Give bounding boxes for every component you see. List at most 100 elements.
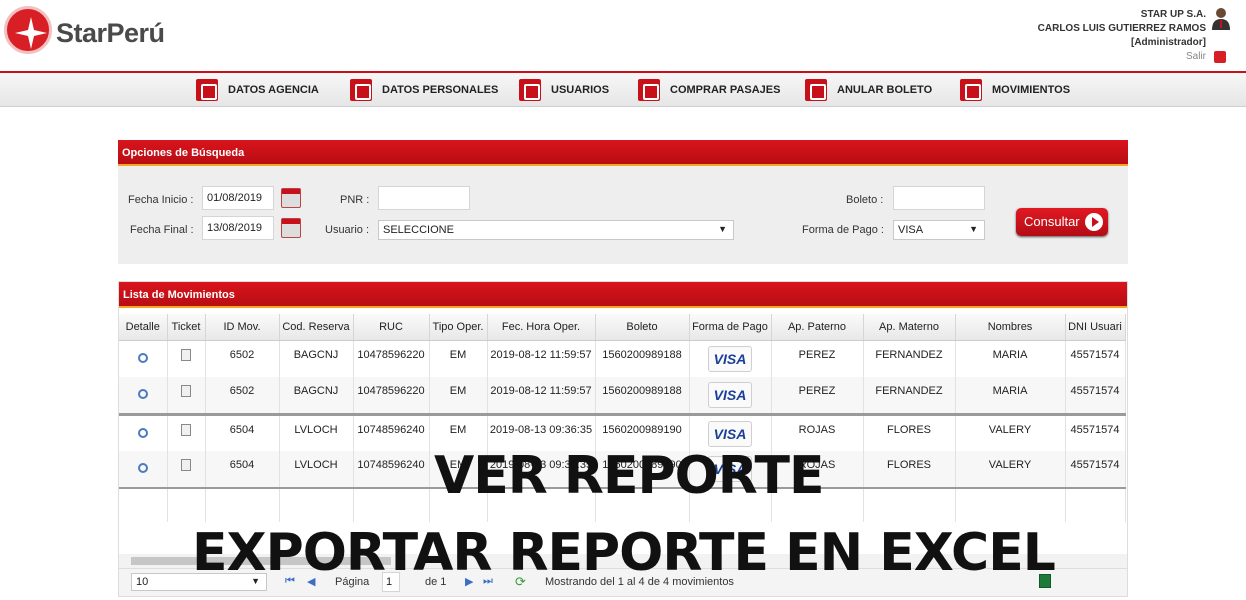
cell-dni: 45571574 [1065,377,1126,414]
visa-icon: VISA [708,345,752,372]
brand-name: StarPerú [56,18,165,48]
document-icon[interactable] [181,423,191,436]
cell-ruc: 10478596220 [353,340,430,377]
magnifier-icon[interactable] [137,463,148,473]
usuario-select[interactable]: SELECCIONE ▼ [378,220,734,240]
cell-materno: FLORES [863,451,956,488]
pnr-input[interactable] [378,186,470,210]
agency-icon [196,79,218,101]
table-header-row: Detalle Ticket ID Mov. Cod. Reserva RUC … [119,314,1126,341]
nav-usuarios[interactable]: USUARIOS [519,78,609,102]
cell-nombres: VALERY [955,451,1066,488]
cell-reserva: LVLOCH [279,451,354,488]
cell-dni: 45571574 [1065,340,1126,377]
document-icon[interactable] [181,459,191,471]
cell-id: 6504 [205,412,280,451]
app-header: StarPerú STAR UP S.A. CARLOS LUIS GUTIER… [0,0,1246,72]
col-ticket[interactable]: Ticket [167,314,206,341]
calendar-icon[interactable] [281,218,301,238]
cell-id: 6504 [205,451,280,488]
col-fec-hora[interactable]: Fec. Hora Oper. [487,314,596,341]
overlay-caption-exportar: EXPORTAR REPORTE EN EXCEL [192,523,1056,583]
cell-id: 6502 [205,340,280,377]
cell-tipo: EM [429,340,488,377]
boleto-label: Boleto : [846,194,884,206]
logout-link[interactable]: Salir [1038,50,1206,64]
user-info: STAR UP S.A. CARLOS LUIS GUTIERREZ RAMOS… [1038,8,1206,64]
cell-nombres: MARIA [955,340,1066,377]
starperu-logo[interactable] [4,6,52,54]
main-nav: DATOS AGENCIA DATOS PERSONALES USUARIOS … [0,73,1246,107]
nav-datos-agencia[interactable]: DATOS AGENCIA [196,78,319,102]
col-dni[interactable]: DNI Usuari [1065,314,1126,341]
cart-icon [638,79,660,101]
cell-boleto: 1560200989188 [595,340,690,377]
pnr-label: PNR : [340,194,370,206]
nav-comprar-pasajes[interactable]: COMPRAR PASAJES [638,78,780,102]
cell-nombres: VALERY [955,412,1066,451]
col-cod-reserva[interactable]: Cod. Reserva [279,314,354,341]
visa-icon: VISA [708,420,752,447]
personal-data-icon [350,79,372,101]
cell-materno: FERNANDEZ [863,340,956,377]
cell-fecha: 2019-08-12 11:59:57 [487,340,596,377]
consultar-button[interactable]: Consultar [1016,208,1108,236]
forma-pago-selected: VISA [898,224,924,236]
logout-icon[interactable] [1214,51,1226,63]
fecha-final-input[interactable]: 13/08/2019 [202,216,274,240]
nav-label: DATOS PERSONALES [382,84,499,96]
cell-materno: FERNANDEZ [863,377,956,414]
cell-reserva: BAGCNJ [279,340,354,377]
fecha-inicio-input[interactable]: 01/08/2019 [202,186,274,210]
cell-paterno: PEREZ [771,377,864,414]
search-options-panel: Opciones de Búsqueda Fecha Inicio : 01/0… [118,140,1128,264]
col-ruc[interactable]: RUC [353,314,430,341]
nav-datos-personales[interactable]: DATOS PERSONALES [350,78,498,102]
nav-label: MOVIMIENTOS [992,84,1071,96]
table-row: 6502 BAGCNJ 10478596220 EM 2019-08-12 11… [119,340,1126,377]
user-role: [Administrador] [1131,37,1206,48]
nav-movimientos[interactable]: MOVIMIENTOS [960,78,1070,102]
col-ap-paterno[interactable]: Ap. Paterno [771,314,864,341]
fecha-inicio-label: Fecha Inicio : [128,194,194,206]
col-ap-materno[interactable]: Ap. Materno [863,314,956,341]
cell-reserva: BAGCNJ [279,377,354,414]
document-icon[interactable] [181,348,191,361]
col-id-mov[interactable]: ID Mov. [205,314,280,341]
usuario-selected: SELECCIONE [383,224,454,236]
search-panel-title: Opciones de Búsqueda [118,140,1128,166]
col-detalle[interactable]: Detalle [119,314,168,341]
col-forma-pago[interactable]: Forma de Pago [689,314,772,341]
col-nombres[interactable]: Nombres [955,314,1066,341]
list-panel-title: Lista de Movimientos [119,282,1127,308]
movements-icon [960,79,982,101]
forma-pago-select[interactable]: VISA ▼ [893,220,985,240]
boleto-input[interactable] [893,186,985,210]
calendar-icon[interactable] [281,188,301,208]
nav-anular-boleto[interactable]: ANULAR BOLETO [805,78,932,102]
document-icon[interactable] [181,385,191,397]
nav-label: DATOS AGENCIA [228,84,319,96]
col-boleto[interactable]: Boleto [595,314,690,341]
cancel-ticket-icon [805,79,827,101]
chevron-down-icon: ▼ [969,224,978,234]
magnifier-icon[interactable] [137,352,148,363]
cell-fecha: 2019-08-12 11:59:57 [487,377,596,414]
cell-ruc: 10748596240 [353,451,430,488]
col-tipo-oper[interactable]: Tipo Oper. [429,314,488,341]
cell-tipo: EM [429,377,488,414]
fecha-final-label: Fecha Final : [130,224,194,236]
cell-materno: FLORES [863,412,956,451]
company-name: STAR UP S.A. [1140,9,1206,20]
cell-reserva: LVLOCH [279,412,354,451]
consultar-label: Consultar [1024,214,1080,229]
table-row: 6502 BAGCNJ 10478596220 EM 2019-08-12 11… [119,377,1126,414]
nav-label: COMPRAR PASAJES [670,84,781,96]
users-icon [519,79,541,101]
nav-label: USUARIOS [551,84,610,96]
cell-nombres: MARIA [955,377,1066,414]
nav-label: ANULAR BOLETO [837,84,933,96]
usuario-label: Usuario : [325,224,370,236]
magnifier-icon[interactable] [137,389,148,399]
magnifier-icon[interactable] [137,427,148,438]
